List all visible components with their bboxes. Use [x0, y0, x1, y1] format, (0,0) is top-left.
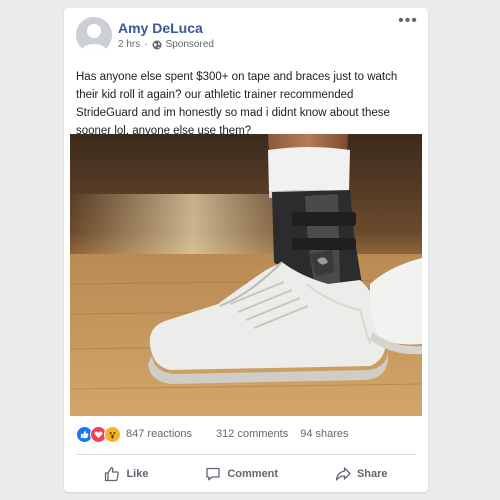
reactions-count[interactable]: 847 reactions [126, 428, 192, 440]
meta-separator: · [144, 39, 148, 50]
post-actions: Like Comment Share [76, 460, 416, 488]
globe-icon [152, 40, 162, 50]
reaction-icons[interactable] [76, 425, 121, 443]
comment-button[interactable]: Comment [197, 462, 286, 486]
comments-count[interactable]: 312 comments [216, 428, 288, 440]
post-text: Has anyone else spent $300+ on tape and … [76, 71, 398, 137]
thumbs-up-icon [104, 466, 120, 482]
post-photo[interactable] [70, 134, 422, 416]
engagement-stats: 847 reactions 312 comments 94 shares [76, 424, 418, 444]
comment-label: Comment [227, 468, 279, 480]
post-time[interactable]: 2 hrs [118, 39, 140, 50]
like-button[interactable]: Like [96, 462, 156, 486]
post-card: Amy DeLuca 2 hrs · Sponsored ••• Has any… [64, 8, 428, 492]
post-header: Amy DeLuca 2 hrs · Sponsored ••• [64, 8, 428, 64]
more-options-button[interactable]: ••• [398, 13, 418, 32]
like-label: Like [126, 468, 149, 480]
shares-count[interactable]: 94 shares [300, 428, 348, 440]
avatar[interactable] [76, 17, 112, 53]
share-button[interactable]: Share [327, 462, 396, 486]
share-label: Share [356, 468, 388, 480]
comment-icon [205, 466, 221, 482]
wow-icon [104, 425, 121, 443]
share-icon [335, 466, 351, 482]
actions-divider [76, 454, 416, 455]
sponsored-label: Sponsored [165, 39, 214, 50]
author-name[interactable]: Amy DeLuca [118, 20, 203, 36]
post-meta: 2 hrs · Sponsored [118, 39, 214, 50]
